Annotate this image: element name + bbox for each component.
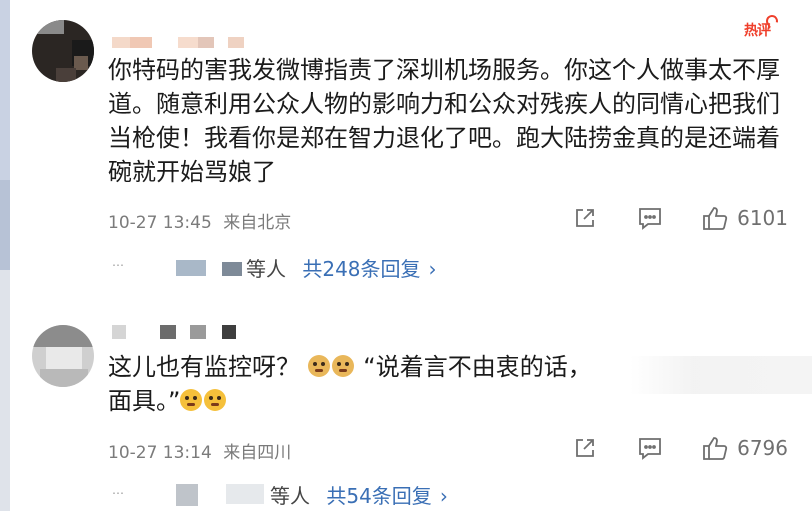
like-button[interactable]: 6796 xyxy=(701,435,788,461)
thumbs-up-icon xyxy=(703,437,728,460)
avatar[interactable] xyxy=(32,20,94,82)
comment-icon xyxy=(639,438,661,460)
comment-actions: 6101 xyxy=(573,205,788,231)
text-fade-overlay xyxy=(630,356,812,394)
comment-button[interactable] xyxy=(637,436,663,460)
share-icon xyxy=(576,209,594,227)
replies-count: 共248条回复 xyxy=(302,257,421,281)
comment-location: 来自四川 xyxy=(223,443,292,463)
comment-actions: 6796 xyxy=(573,435,788,461)
comment-quote: “说着言不由衷的话， xyxy=(363,353,592,381)
share-button[interactable] xyxy=(573,436,597,460)
comment-meta: 10-27 13:45 来自北京 xyxy=(108,208,291,233)
view-replies-link[interactable]: 共54条回复 › xyxy=(326,484,447,508)
like-button[interactable]: 6101 xyxy=(701,205,788,231)
doge-emoji xyxy=(331,355,354,377)
comment-body: 你特码的害我发微博指责了深圳机场服务。你这个人做事太不厚道。随意利用公众人物的影… xyxy=(108,56,780,186)
window-edge xyxy=(0,0,10,511)
reply-prefix: 等人 xyxy=(246,257,286,281)
comment-body-line2: 面具。” xyxy=(108,387,181,415)
reply-avatars-placeholder: ⋯ xyxy=(112,258,126,272)
reply-avatar-blur xyxy=(222,262,242,276)
comment-time: 10-27 13:14 xyxy=(108,443,212,463)
cry-emoji xyxy=(180,389,203,411)
like-count: 6101 xyxy=(737,206,788,230)
comment-button[interactable] xyxy=(637,206,663,230)
comment-text: 你特码的害我发微博指责了深圳机场服务。你这个人做事太不厚道。随意利用公众人物的影… xyxy=(108,53,798,189)
chevron-right-icon: › xyxy=(439,484,448,508)
view-replies-link[interactable]: 共248条回复 › xyxy=(302,257,436,281)
reply-prefix: 等人 xyxy=(270,484,310,508)
share-button[interactable] xyxy=(573,206,597,230)
username-blurred[interactable] xyxy=(112,325,262,339)
thumbs-up-icon xyxy=(703,207,728,230)
reply-summary[interactable]: 等人 共54条回复 › xyxy=(270,480,448,509)
hot-comment-badge: 热评 xyxy=(744,20,771,40)
doge-emoji xyxy=(307,355,330,377)
comment-body: 这儿也有监控呀？ xyxy=(108,353,300,381)
avatar[interactable] xyxy=(32,325,94,387)
reply-avatar-blur xyxy=(176,484,198,506)
share-icon xyxy=(576,439,594,457)
reply-avatars-placeholder: ⋯ xyxy=(112,486,126,500)
chevron-right-icon: › xyxy=(428,257,437,281)
reply-summary[interactable]: 等人 共248条回复 › xyxy=(246,253,437,282)
comment-location: 来自北京 xyxy=(223,213,292,233)
reply-avatar-blur xyxy=(176,260,206,276)
username-blurred[interactable] xyxy=(112,37,262,48)
replies-count: 共54条回复 xyxy=(326,484,432,508)
like-count: 6796 xyxy=(737,436,788,460)
comment-time: 10-27 13:45 xyxy=(108,213,212,233)
reply-avatar-blur xyxy=(226,484,264,504)
comment-icon xyxy=(639,208,661,230)
cry-emoji xyxy=(204,389,227,411)
comment-meta: 10-27 13:14 来自四川 xyxy=(108,438,291,463)
